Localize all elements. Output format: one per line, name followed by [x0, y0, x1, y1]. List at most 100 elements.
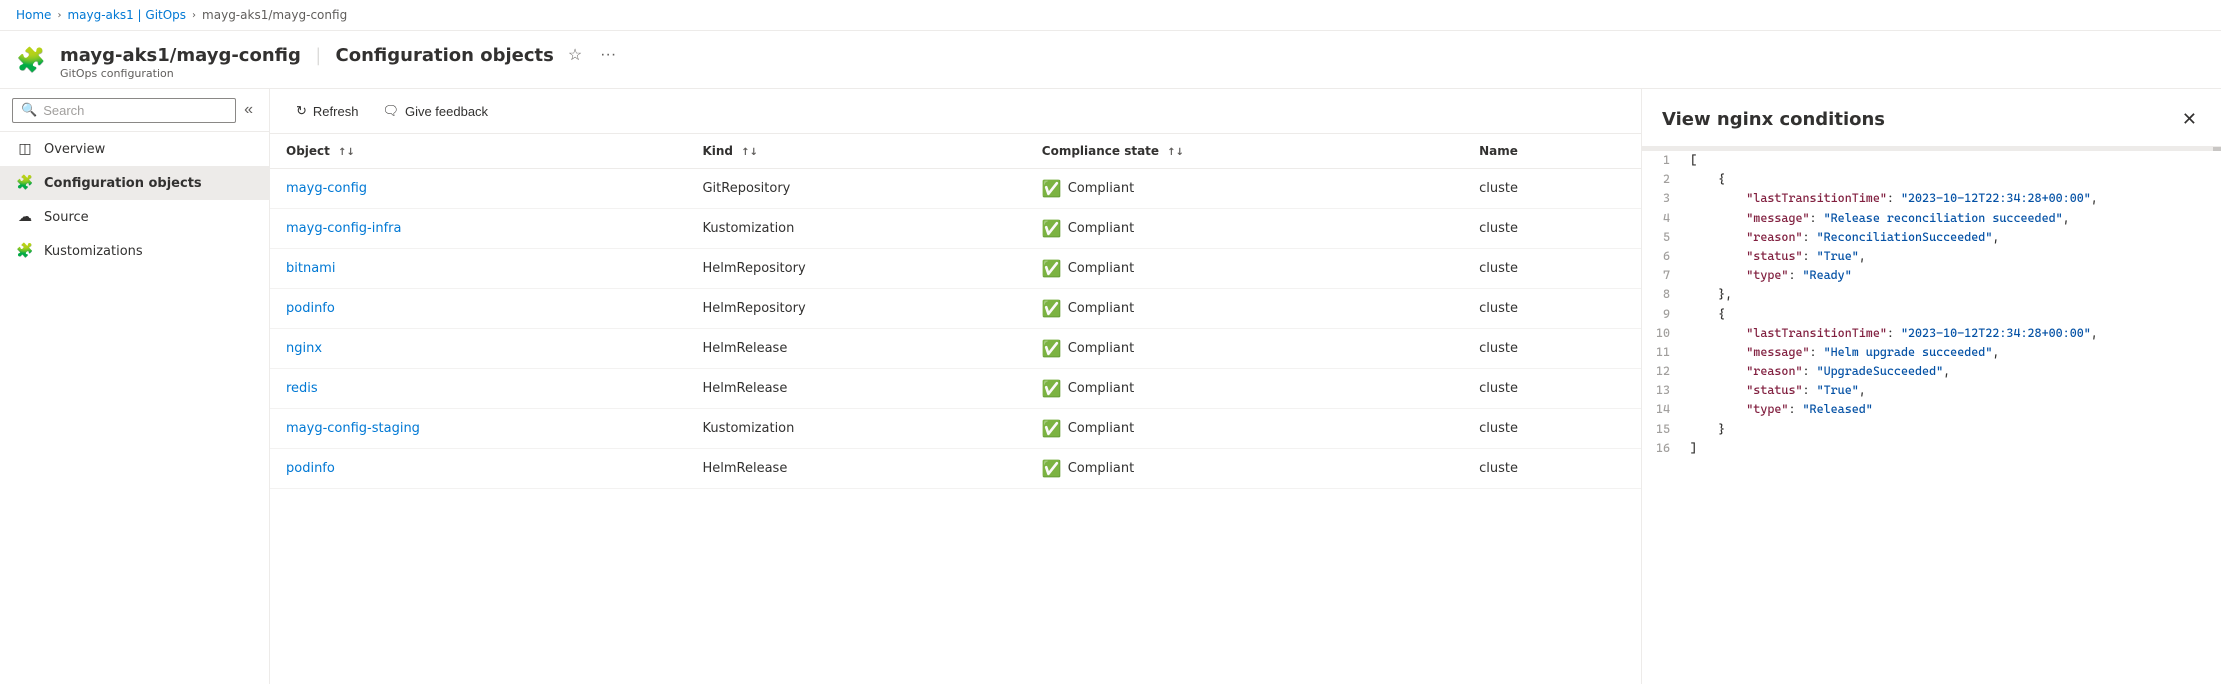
cell-object: mayg-config-infra [270, 209, 686, 249]
cell-name: cluste [1463, 249, 1641, 289]
cell-object: nginx [270, 329, 686, 369]
breadcrumb-gitops[interactable]: mayg-aks1 | GitOps [67, 8, 186, 22]
cell-object: mayg-config [270, 169, 686, 209]
panel-close-button[interactable]: ✕ [2178, 105, 2201, 134]
table-row[interactable]: podinfoHelmRelease✅Compliantcluste [270, 449, 1641, 489]
table-row[interactable]: podinfoHelmRepository✅Compliantcluste [270, 289, 1641, 329]
code-line: 12 "reason": "UpgradeSucceeded", [1642, 362, 2221, 381]
line-number: 8 [1642, 285, 1682, 304]
code-line: 16] [1642, 439, 2221, 458]
cell-compliance: ✅Compliant [1026, 169, 1463, 209]
more-options-button[interactable]: ··· [596, 44, 620, 66]
sidebar-item-source[interactable]: ☁ Source [0, 200, 269, 234]
sidebar-item-overview[interactable]: ◫ Overview [0, 132, 269, 166]
json-key: "reason" [1746, 230, 1802, 244]
refresh-button[interactable]: ↻ Refresh [286, 97, 368, 125]
cell-object: mayg-config-staging [270, 409, 686, 449]
collapse-sidebar-button[interactable]: « [240, 97, 257, 123]
search-input-wrap: 🔍 [12, 98, 236, 123]
json-key: "message" [1746, 211, 1809, 225]
json-key: "reason" [1746, 364, 1802, 378]
col-object-label: Object [286, 144, 330, 158]
sidebar-item-kustomizations[interactable]: 🧩 Kustomizations [0, 234, 269, 268]
check-icon: ✅ [1042, 259, 1062, 278]
compliance-text: Compliant [1068, 381, 1134, 396]
line-number: 7 [1642, 266, 1682, 285]
breadcrumb-current: mayg-aks1/mayg-config [202, 8, 347, 22]
table-body: mayg-config GitRepository ✅ Compliant cluste… [270, 169, 1641, 489]
col-object[interactable]: Object ↑↓ [270, 134, 686, 169]
object-link[interactable]: podinfo [286, 461, 335, 476]
line-content: ] [1682, 439, 2221, 458]
feedback-label: Give feedback [405, 104, 488, 119]
json-key: "status" [1746, 383, 1802, 397]
code-line: 1[ [1642, 151, 2221, 170]
compliance-text: Compliant [1068, 421, 1134, 436]
line-content: "lastTransitionTime": "2023-10-12T22:34:… [1682, 189, 2221, 208]
sidebar-item-configuration-objects[interactable]: 🧩 Configuration objects [0, 166, 269, 200]
json-key: "lastTransitionTime" [1746, 191, 1887, 205]
cell-kind: HelmRelease [686, 369, 1025, 409]
json-key: "status" [1746, 249, 1802, 263]
line-content: "type": "Released" [1682, 400, 2221, 419]
page-title-group: mayg-aks1/mayg-config | Configuration ob… [60, 43, 620, 80]
json-value: "2023-10-12T22:34:28+00:00" [1901, 191, 2091, 205]
json-bracket: { [1690, 307, 1725, 321]
json-bracket: } [1690, 422, 1725, 436]
line-content: "message": "Release reconciliation succe… [1682, 209, 2221, 228]
table-row[interactable]: redisHelmRelease✅Compliantcluste [270, 369, 1641, 409]
breadcrumb-sep-2: › [192, 10, 196, 21]
panel-header: View nginx conditions ✕ [1642, 89, 2221, 147]
check-icon: ✅ [1042, 179, 1062, 198]
check-icon: ✅ [1042, 219, 1062, 238]
table-row[interactable]: mayg-config-stagingKustomization✅Complia… [270, 409, 1641, 449]
give-feedback-button[interactable]: 🗨 Give feedback [372, 97, 498, 125]
cell-object: bitnami [270, 249, 686, 289]
cell-kind: HelmRepository [686, 289, 1025, 329]
line-content: { [1682, 170, 2221, 189]
object-link[interactable]: redis [286, 381, 318, 396]
code-line: 3 "lastTransitionTime": "2023-10-12T22:3… [1642, 189, 2221, 208]
favorite-button[interactable]: ☆ [564, 43, 586, 67]
cell-kind: GitRepository [686, 169, 1025, 209]
object-link[interactable]: mayg-config [286, 181, 367, 196]
line-number: 14 [1642, 400, 1682, 419]
json-key: "type" [1746, 268, 1788, 282]
col-name[interactable]: Name [1463, 134, 1641, 169]
table-row[interactable]: mayg-config-infraKustomization✅Compliant… [270, 209, 1641, 249]
title-sep: | [315, 45, 321, 66]
object-link[interactable]: mayg-config-infra [286, 221, 401, 236]
breadcrumb-home[interactable]: Home [16, 8, 51, 22]
object-link[interactable]: nginx [286, 341, 322, 356]
compliance-badge: ✅Compliant [1042, 459, 1447, 478]
col-compliance-label: Compliance state [1042, 144, 1159, 158]
line-number: 4 [1642, 209, 1682, 228]
check-icon: ✅ [1042, 379, 1062, 398]
sort-compliance-icon: ↑↓ [1167, 147, 1184, 158]
check-icon: ✅ [1042, 299, 1062, 318]
compliance-text: Compliant [1068, 261, 1134, 276]
cell-name: cluste [1463, 329, 1641, 369]
panel-scroll-area[interactable]: 1[2 {3 "lastTransitionTime": "2023-10-12… [1642, 151, 2221, 684]
search-input[interactable] [43, 103, 227, 118]
cell-compliance: ✅Compliant [1026, 209, 1463, 249]
json-value: "Release reconciliation succeeded" [1824, 211, 2063, 225]
table-row[interactable]: nginxHelmRelease✅Compliantcluste [270, 329, 1641, 369]
table-row[interactable]: mayg-configGitRepository✅Compliantcluste [270, 169, 1641, 209]
compliance-text: Compliant [1068, 341, 1134, 356]
table-row[interactable]: bitnamiHelmRepository✅Compliantcluste [270, 249, 1641, 289]
col-kind[interactable]: Kind ↑↓ [686, 134, 1025, 169]
line-content: "reason": "ReconciliationSucceeded", [1682, 228, 2221, 247]
object-link[interactable]: bitnami [286, 261, 335, 276]
object-link[interactable]: podinfo [286, 301, 335, 316]
line-content: "status": "True", [1682, 247, 2221, 266]
compliance-badge: ✅Compliant [1042, 419, 1447, 438]
json-bracket: }, [1690, 287, 1732, 301]
col-compliance[interactable]: Compliance state ↑↓ [1026, 134, 1463, 169]
object-link[interactable]: mayg-config-staging [286, 421, 420, 436]
compliance-badge: ✅ Compliant [1042, 379, 1447, 398]
line-content: [ [1682, 151, 2221, 170]
conditions-panel: View nginx conditions ✕ 1[2 {3 "lastTran… [1641, 89, 2221, 684]
json-key: "lastTransitionTime" [1746, 326, 1887, 340]
cell-object: redis [270, 369, 686, 409]
